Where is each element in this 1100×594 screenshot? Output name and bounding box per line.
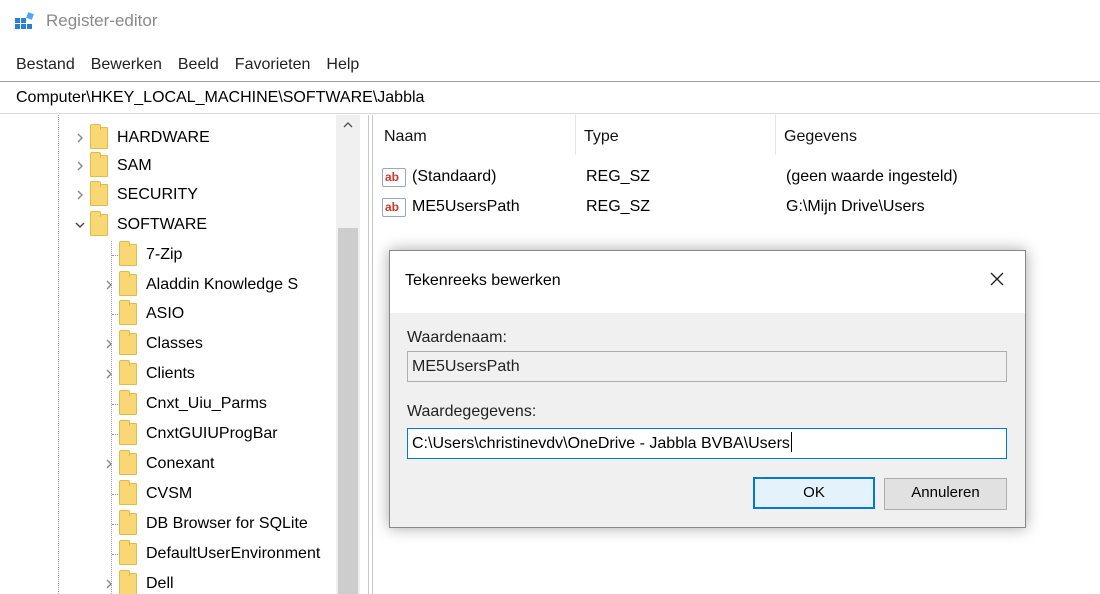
value-row[interactable]: ab (Standaard) REG_SZ (geen waarde inges… [376, 163, 1100, 191]
tree-item-software[interactable]: SOFTWARE [70, 210, 207, 240]
tree-item-defaultuserenvironment[interactable]: DefaultUserEnvironment [99, 539, 320, 569]
chevron-right-icon[interactable] [99, 275, 119, 295]
address-bar[interactable]: Computer\HKEY_LOCAL_MACHINE\SOFTWARE\Jab… [0, 81, 1100, 114]
chevron-down-icon[interactable] [70, 215, 90, 235]
tree-item-label: DB Browser for SQLite [146, 515, 308, 532]
tree-item-label: SOFTWARE [117, 216, 208, 233]
tree-scrollbar[interactable] [336, 115, 360, 594]
folder-icon [119, 241, 137, 266]
column-header-data[interactable]: Gegevens [776, 115, 1100, 155]
tree-item-7zip[interactable]: 7-Zip [99, 240, 182, 270]
tree-item-label: DefaultUserEnvironment [146, 545, 321, 562]
dialog-title: Tekenreeks bewerken [405, 272, 561, 289]
folder-icon [119, 570, 137, 594]
value-data-input[interactable]: C:\Users\christinevdv\OneDrive - Jabbla … [407, 428, 1007, 459]
menu-beeld[interactable]: Beeld [178, 52, 219, 78]
folder-icon [90, 211, 108, 236]
tree-item-aladdin[interactable]: Aladdin Knowledge S [99, 270, 298, 300]
tree-item-classes[interactable]: Classes [99, 329, 203, 359]
value-name-label: Waardenaam: [407, 329, 507, 346]
column-header-name[interactable]: Naam [376, 115, 576, 155]
menu-bestand[interactable]: Bestand [16, 52, 75, 78]
tree-item-clients[interactable]: Clients [99, 359, 195, 389]
tree-item-cvsm[interactable]: CVSM [99, 479, 192, 509]
tree-item-label: Cnxt_Uiu_Parms [146, 395, 267, 412]
cancel-button[interactable]: Annuleren [884, 478, 1007, 510]
folder-icon [90, 152, 108, 177]
folder-icon [119, 390, 137, 415]
folder-icon [90, 124, 108, 149]
tree-guide-line [58, 115, 59, 594]
tree-item-label: Clients [146, 365, 195, 382]
value-data: (geen waarde ingesteld) [786, 168, 958, 185]
ok-button[interactable]: OK [753, 477, 875, 509]
tree-item-label: SAM [117, 157, 152, 174]
tree-item-hardware[interactable]: HARDWARE [70, 123, 210, 153]
folder-icon [119, 480, 137, 505]
text-caret [790, 432, 792, 452]
tree-pane: HARDWARE SAM SECURITY SOFTWARE 7-Zip Ala… [0, 115, 362, 594]
tree-item-cnxtguiuprogbar[interactable]: CnxtGUIUProgBar [99, 419, 278, 449]
tree-item-label: Aladdin Knowledge S [146, 276, 299, 293]
tree-item-dell[interactable]: Dell [99, 569, 174, 594]
folder-icon [119, 420, 137, 445]
value-name-field: ME5UsersPath [407, 351, 1007, 382]
folder-icon [90, 181, 108, 206]
folder-icon [119, 540, 137, 565]
tree-item-label: Classes [146, 335, 203, 352]
chevron-right-icon[interactable] [70, 185, 90, 205]
tree-item-label: 7-Zip [146, 246, 183, 263]
pane-splitter[interactable] [368, 115, 373, 594]
folder-icon [119, 330, 137, 355]
chevron-right-icon[interactable] [99, 334, 119, 354]
string-value-icon: ab [382, 198, 406, 217]
tree-item-label: ASIO [146, 305, 185, 322]
tree-item-db-browser[interactable]: DB Browser for SQLite [99, 509, 308, 539]
column-header-type[interactable]: Type [576, 115, 776, 155]
value-name: (Standaard) [412, 168, 497, 185]
chevron-right-icon[interactable] [70, 156, 90, 176]
value-data-text: C:\Users\christinevdv\OneDrive - Jabbla … [412, 435, 790, 452]
regedit-icon [15, 12, 34, 29]
folder-icon [119, 271, 137, 296]
value-data-label: Waardegegevens: [407, 403, 537, 420]
tree-item-sam[interactable]: SAM [70, 151, 152, 181]
tree-item-label: HARDWARE [117, 129, 210, 146]
tree-item-label: Dell [146, 575, 174, 592]
value-name: ME5UsersPath [412, 198, 520, 215]
folder-icon [119, 360, 137, 385]
menu-favorieten[interactable]: Favorieten [235, 52, 311, 78]
tree-item-security[interactable]: SECURITY [70, 180, 198, 210]
tree-item-cnxt-uiu-parms[interactable]: Cnxt_Uiu_Parms [99, 389, 267, 419]
value-row[interactable]: ab ME5UsersPath REG_SZ G:\Mijn Drive\Use… [376, 193, 1100, 221]
menu-bar: Bestand Bewerken Beeld Favorieten Help [0, 52, 375, 78]
chevron-right-icon[interactable] [70, 128, 90, 148]
tree-item-label: SECURITY [117, 186, 198, 203]
value-type: REG_SZ [586, 198, 651, 215]
value-data: G:\Mijn Drive\Users [786, 198, 925, 215]
menu-bewerken[interactable]: Bewerken [91, 52, 162, 78]
value-type: REG_SZ [586, 168, 651, 185]
chevron-right-icon[interactable] [99, 454, 119, 474]
title-bar: Register-editor [0, 0, 1100, 44]
string-value-icon: ab [382, 168, 406, 187]
folder-icon [119, 300, 137, 325]
tree-item-conexant[interactable]: Conexant [99, 449, 215, 479]
scroll-up-arrow-icon[interactable] [336, 120, 360, 136]
tree-item-label: CVSM [146, 485, 193, 502]
tree-item-label: CnxtGUIUProgBar [146, 425, 278, 442]
scroll-thumb[interactable] [338, 228, 358, 594]
close-icon[interactable] [983, 265, 1011, 293]
window-title: Register-editor [46, 11, 158, 30]
menu-help[interactable]: Help [326, 52, 359, 78]
edit-string-dialog: Tekenreeks bewerken Waardenaam: ME5Users… [389, 250, 1026, 528]
chevron-right-icon[interactable] [99, 364, 119, 384]
dialog-title-bar[interactable]: Tekenreeks bewerken [390, 251, 1025, 313]
chevron-right-icon[interactable] [99, 574, 119, 594]
folder-icon [119, 450, 137, 475]
folder-icon [119, 510, 137, 535]
tree-item-label: Conexant [146, 455, 215, 472]
tree-item-asio[interactable]: ASIO [99, 299, 184, 329]
